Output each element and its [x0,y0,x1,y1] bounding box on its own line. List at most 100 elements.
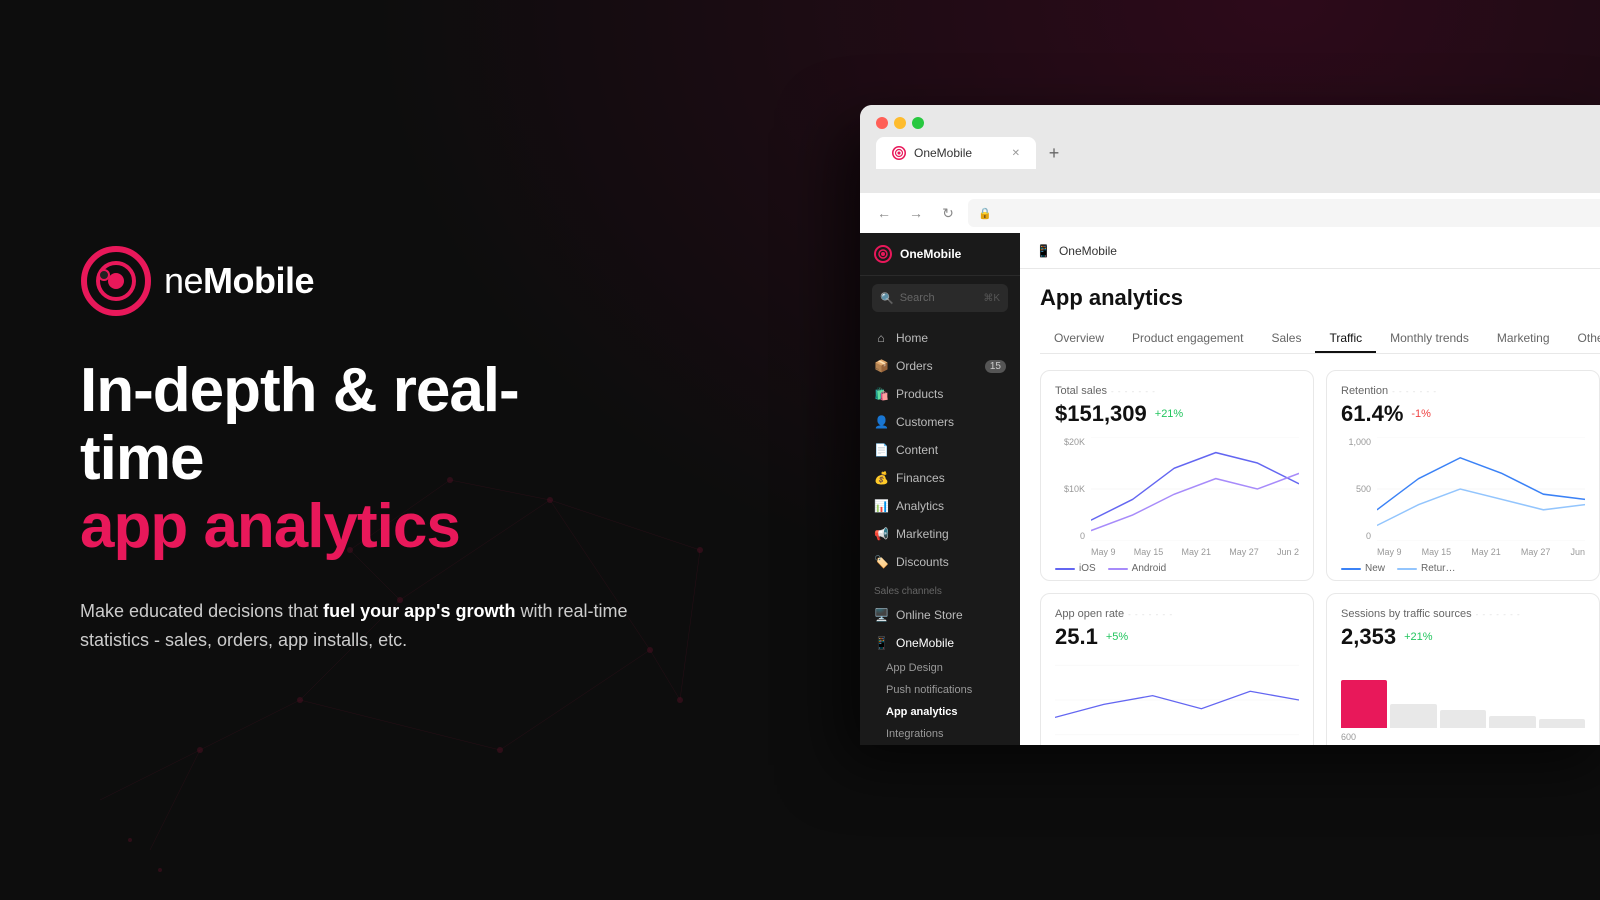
tab-bar: OneMobile ✕ + [876,137,1600,169]
sidebar-item-onemobile[interactable]: 📱 OneMobile [860,629,1020,657]
tab-sales[interactable]: Sales [1257,325,1315,353]
tab-title: OneMobile [914,146,972,160]
address-bar[interactable]: 🔒 [968,199,1600,227]
discounts-icon: 🏷️ [874,555,888,569]
retention-svg-container [1377,437,1585,541]
analytics-tabs: Overview Product engagement Sales Traffi… [1040,325,1600,354]
sidebar: OneMobile 🔍 Search ⌘K ⌂ Home 📦 Orders [860,233,1020,745]
total-sales-svg [1091,437,1299,541]
legend-line-android [1108,568,1128,570]
tab-close-button[interactable]: ✕ [1012,148,1020,159]
legend-line-new [1341,568,1361,570]
search-input-wrapper[interactable]: 🔍 Search ⌘K [872,284,1008,312]
close-button[interactable] [876,117,888,129]
tab-product-engagement[interactable]: Product engagement [1118,325,1257,353]
maximize-button[interactable] [912,117,924,129]
hero-section: neMobile In-depth & real-time app analyt… [0,0,720,900]
tab-monthly-trends[interactable]: Monthly trends [1376,325,1483,353]
tab-overview[interactable]: Overview [1040,325,1118,353]
sidebar-logo [874,245,892,263]
sessions-change: +21% [1404,631,1432,643]
top-bar: 📱 OneMobile [1020,233,1600,269]
tab-traffic[interactable]: Traffic [1315,325,1376,353]
sidebar-header: OneMobile [860,233,1020,276]
sidebar-sub-push-notifications[interactable]: Push notifications [860,679,1020,701]
sessions-value: 2,353 +21% [1341,624,1585,650]
sidebar-sub-app-analytics[interactable]: App analytics [860,701,1020,723]
tab-marketing[interactable]: Marketing [1483,325,1564,353]
content-icon: 📄 [874,443,888,457]
sidebar-nav: ⌂ Home 📦 Orders 15 🛍️ Products 👤 Custome… [860,320,1020,745]
search-icon: 🔍 [880,292,894,305]
page-title: App analytics [1040,285,1600,311]
headline: In-depth & real-time app analytics [80,357,640,562]
app-open-rate-title: App open rate [1055,608,1299,620]
open-rate-svg [1055,660,1299,740]
app-open-rate-value: 25.1 +5% [1055,624,1299,650]
search-shortcut: ⌘K [983,293,1000,304]
sidebar-item-analytics[interactable]: 📊 Analytics [860,492,1020,520]
search-placeholder: Search [900,292,935,304]
sidebar-item-products[interactable]: 🛍️ Products [860,380,1020,408]
sidebar-item-label: Marketing [896,527,949,541]
breadcrumb: OneMobile [1059,244,1117,258]
sessions-chart: 600 [1341,660,1585,745]
retention-chart-container: 1,000 500 0 [1341,437,1585,557]
sidebar-search-area: 🔍 Search ⌘K [860,276,1020,320]
tab-others[interactable]: Others [1564,325,1600,353]
retention-change: -1% [1411,408,1431,420]
retention-legend: New Retur… [1341,563,1585,574]
sidebar-item-label: OneMobile [896,636,954,650]
sidebar-item-orders[interactable]: 📦 Orders 15 [860,352,1020,380]
y-label-bot: 0 [1055,531,1085,541]
sessions-title: Sessions by traffic sources [1341,608,1585,620]
browser-tab[interactable]: OneMobile ✕ [876,137,1036,169]
total-sales-change: +21% [1155,408,1183,420]
sidebar-item-content[interactable]: 📄 Content [860,436,1020,464]
chart-legend: iOS Android [1055,563,1299,574]
legend-line-ios [1055,568,1075,570]
breadcrumb-icon: 📱 [1036,244,1051,258]
sidebar-item-marketing[interactable]: 📢 Marketing [860,520,1020,548]
total-sales-value: $151,309 +21% [1055,401,1299,427]
sidebar-item-finances[interactable]: 💰 Finances [860,464,1020,492]
legend-return: Retur… [1397,563,1455,574]
sidebar-brand: OneMobile [900,247,961,261]
sidebar-item-label: Discounts [896,555,949,569]
sessions-card: Sessions by traffic sources 2,353 +21% [1326,593,1600,745]
retention-chart: 1,000 500 0 [1341,437,1585,574]
sidebar-item-customers[interactable]: 👤 Customers [860,408,1020,436]
retention-card: Retention 61.4% -1% 1,000 500 0 [1326,370,1600,581]
y-label-mid: $10K [1055,484,1085,494]
home-icon: ⌂ [874,331,888,345]
orders-icon: 📦 [874,359,888,373]
refresh-button[interactable]: ↻ [936,201,960,225]
page-content: App analytics Overview Product engagemen… [1020,269,1600,745]
back-button[interactable]: ← [872,201,896,225]
sidebar-item-home[interactable]: ⌂ Home [860,324,1020,352]
sidebar-item-discounts[interactable]: 🏷️ Discounts [860,548,1020,576]
y-label-top: $20K [1055,437,1085,447]
x-axis: May 9 May 15 May 21 May 27 Jun 2 [1091,547,1299,557]
chart-svg-container [1091,437,1299,541]
finances-icon: 💰 [874,471,888,485]
legend-new: New [1341,563,1385,574]
app-open-rate-change: +5% [1106,631,1128,643]
products-icon: 🛍️ [874,387,888,401]
y-axis-retention: 1,000 500 0 [1341,437,1371,541]
sidebar-item-label: Orders [896,359,933,373]
x-axis-retention: May 9 May 15 May 21 May 27 Jun [1377,547,1585,557]
total-sales-card: Total sales $151,309 +21% $20K $10K [1040,370,1314,581]
sidebar-sub-app-design[interactable]: App Design [860,657,1020,679]
minimize-button[interactable] [894,117,906,129]
sidebar-item-online-store[interactable]: 🖥️ Online Store [860,601,1020,629]
onemobile-icon: 📱 [874,636,888,650]
retention-svg [1377,437,1585,541]
retention-value: 61.4% -1% [1341,401,1585,427]
sidebar-sub-integrations[interactable]: Integrations [860,723,1020,745]
sidebar-item-label: Online Store [896,608,963,622]
logo-icon [80,245,152,317]
forward-button[interactable]: → [904,201,928,225]
new-tab-button[interactable]: + [1040,139,1068,167]
tab-favicon [892,146,906,160]
